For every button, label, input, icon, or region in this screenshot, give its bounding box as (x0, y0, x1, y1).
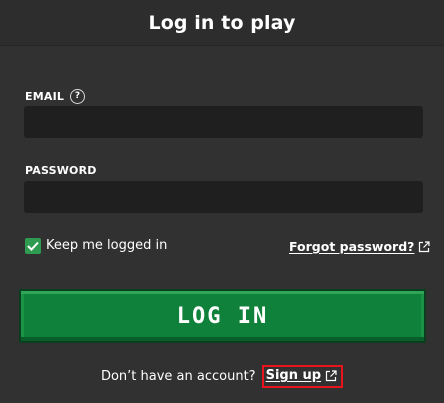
email-label: EMAIL ? (25, 89, 86, 104)
check-icon (27, 241, 39, 251)
password-label-text: PASSWORD (25, 164, 97, 177)
forgot-password-link[interactable]: Forgot password? (289, 239, 431, 255)
email-input[interactable] (24, 106, 423, 138)
keep-logged-in-checkbox[interactable] (25, 238, 41, 254)
login-button[interactable]: LOG IN (19, 289, 426, 343)
keep-logged-in-label[interactable]: Keep me logged in (46, 238, 167, 254)
password-label: PASSWORD (25, 164, 97, 177)
email-label-text: EMAIL (25, 90, 65, 103)
help-icon[interactable]: ? (70, 89, 86, 104)
login-button-label: LOG IN (176, 303, 269, 329)
signup-row: Don’t have an account? Sign up (0, 365, 444, 388)
password-input[interactable] (24, 181, 423, 213)
external-link-icon (419, 241, 431, 253)
sign-up-link[interactable]: Sign up (261, 365, 344, 388)
forgot-password-text: Forgot password? (289, 239, 415, 254)
external-link-icon (325, 370, 337, 382)
signup-prompt: Don’t have an account? (100, 369, 256, 384)
sign-up-text: Sign up (265, 368, 322, 383)
page-title: Log in to play (148, 11, 296, 34)
header: Log in to play (0, 0, 444, 46)
